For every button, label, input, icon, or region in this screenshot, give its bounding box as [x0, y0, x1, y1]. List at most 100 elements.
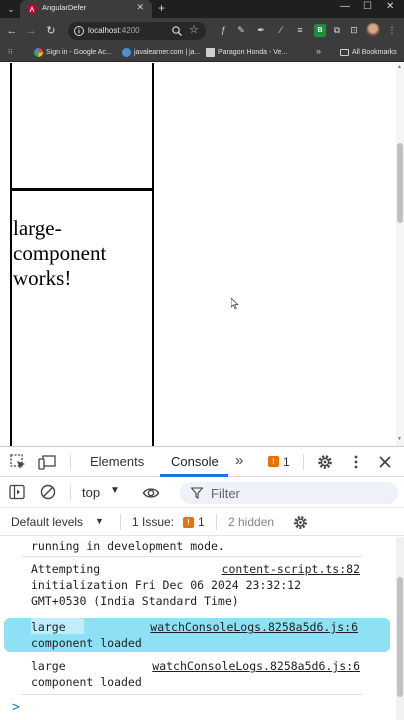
issues-label[interactable]: 1 Issue:: [132, 515, 174, 529]
url-text: localhost:4200: [88, 26, 140, 35]
log-source-link[interactable]: content-script.ts:82: [222, 561, 360, 577]
tab-search-button[interactable]: ⌄: [4, 2, 18, 16]
device-toolbar-icon[interactable]: [38, 453, 56, 471]
forward-arrow-icon[interactable]: →: [23, 23, 39, 39]
bookmark-label: Sign in - Google Ac...: [46, 49, 112, 56]
divider: [70, 454, 71, 470]
large-component-box: large-component works!: [10, 190, 154, 446]
issue-warning-icon[interactable]: !: [183, 517, 194, 528]
context-dropdown-icon[interactable]: ▼: [110, 485, 120, 496]
console-toolbar: top ▼ Filter: [0, 478, 404, 508]
extension-list-icon[interactable]: ≡: [294, 24, 306, 37]
large-component-text: large-component works!: [13, 216, 107, 290]
page-scrollbar[interactable]: ▲ ▼: [396, 63, 404, 446]
live-expression-eye-icon[interactable]: [142, 484, 160, 502]
hidden-messages-count: 2 hidden: [228, 515, 275, 529]
site-info-icon[interactable]: [73, 25, 85, 37]
bookmark-paragon-honda[interactable]: Paragon Honda - Ve...: [206, 47, 287, 59]
address-bar[interactable]: localhost:4200 ☆: [68, 22, 206, 40]
console-message-highlighted[interactable]: large component loaded watchConsoleLogs.…: [4, 618, 390, 652]
console-settings-bar: Default levels ▼ 1 Issue: ! 1 2 hidden: [0, 509, 404, 536]
more-options-icon[interactable]: [347, 453, 365, 471]
scroll-down-arrow-icon[interactable]: ▼: [397, 436, 402, 442]
page-viewport: large-component works! ▲ ▼: [0, 63, 404, 446]
divider: [22, 556, 362, 557]
scroll-up-arrow-icon[interactable]: ▲: [397, 64, 402, 70]
mouse-cursor-icon: [231, 298, 239, 309]
tab-title: AngularDefer: [42, 3, 87, 12]
chrome-menu-icon[interactable]: ⋮: [386, 24, 398, 37]
log-text: running in development mode.: [31, 539, 225, 553]
bookmark-label: Paragon Honda - Ve...: [218, 49, 288, 56]
more-tabs-chevron-icon[interactable]: »: [235, 452, 244, 469]
log-levels-dropdown-icon[interactable]: ▼: [95, 516, 104, 526]
honda-icon: [206, 47, 215, 57]
extension-green-b-icon[interactable]: B: [314, 24, 326, 37]
extensions-puzzle-icon[interactable]: ⧉: [331, 24, 343, 37]
divider: [120, 514, 121, 530]
angular-favicon-icon: [27, 4, 37, 14]
tab-elements[interactable]: Elements: [90, 454, 144, 469]
bookmark-label: javalearner.com | ja...: [134, 49, 201, 56]
minimize-icon[interactable]: —: [340, 1, 350, 12]
all-bookmarks-label: All Bookmarks: [352, 49, 397, 56]
console-prompt-chevron-icon[interactable]: >: [12, 700, 20, 715]
filter-input[interactable]: Filter: [180, 482, 398, 504]
console-output: running in development mode. Attempting …: [0, 537, 396, 720]
inspect-element-icon[interactable]: [9, 453, 27, 471]
issue-count[interactable]: 1: [198, 515, 205, 529]
browser-toolbar: ← → ↻ localhost:4200 ☆ ƒ ✎ ✒ ⁄ ≡ B ⧉ ⊡ ⋮: [0, 18, 404, 44]
google-icon: [34, 47, 43, 57]
globe-icon: [122, 47, 131, 57]
log-text: large component loaded: [31, 620, 142, 650]
bookmarks-overflow-chevron[interactable]: »: [316, 46, 321, 56]
tab-console[interactable]: Console: [171, 454, 219, 469]
bookmark-google[interactable]: Sign in - Google Ac...: [34, 47, 112, 59]
placeholder-box: [10, 63, 154, 190]
window-close-icon[interactable]: ✕: [386, 1, 394, 12]
bookmark-star-icon[interactable]: ☆: [189, 23, 199, 36]
divider: [22, 694, 362, 695]
divider: [303, 454, 304, 470]
devtools-tab-bar: Elements Console » ! 1: [0, 447, 404, 477]
reload-icon[interactable]: ↻: [43, 23, 59, 39]
filter-funnel-icon: [191, 487, 203, 499]
console-message[interactable]: Attempting initialization Fri Dec 06 202…: [0, 561, 396, 611]
bookmark-apps-icon[interactable]: ⁝⁝: [8, 47, 12, 59]
browser-tab[interactable]: AngularDefer ✕: [20, 0, 152, 18]
url-port: :4200: [119, 26, 140, 35]
bookmark-javalearner[interactable]: javalearner.com | ja...: [122, 47, 200, 59]
console-scrollbar[interactable]: [396, 537, 404, 720]
issues-count[interactable]: 1: [283, 455, 290, 469]
console-settings-gear-icon[interactable]: [292, 514, 309, 531]
active-tab-indicator: [160, 474, 228, 477]
console-message[interactable]: large component loaded watchConsoleLogs.…: [0, 658, 396, 692]
extension-fn-icon[interactable]: ƒ: [217, 24, 229, 37]
browser-tab-strip: ⌄ AngularDefer ✕ + — ☐ ✕: [0, 0, 404, 18]
log-levels-select[interactable]: Default levels: [11, 515, 83, 529]
clear-console-icon[interactable]: [39, 483, 57, 501]
issue-warning-icon[interactable]: !: [268, 456, 279, 467]
extension-feather-icon[interactable]: ✎: [235, 24, 247, 37]
console-scrollbar-thumb[interactable]: [397, 577, 403, 697]
page-scrollbar-thumb[interactable]: [397, 143, 403, 223]
log-source-link[interactable]: watchConsoleLogs.8258a5d6.js:6: [152, 658, 360, 674]
context-select[interactable]: top: [82, 485, 100, 500]
url-host: localhost: [88, 26, 120, 35]
console-message[interactable]: running in development mode.: [0, 538, 396, 556]
log-source-link[interactable]: watchConsoleLogs.8258a5d6.js:6: [150, 619, 358, 635]
back-arrow-icon[interactable]: ←: [4, 23, 20, 39]
close-devtools-icon[interactable]: [376, 453, 394, 471]
extension-pen-icon[interactable]: ✒: [255, 24, 267, 37]
settings-gear-icon[interactable]: [316, 453, 334, 471]
zoom-icon[interactable]: [171, 25, 183, 37]
filter-placeholder: Filter: [211, 486, 240, 501]
tab-close-icon[interactable]: ✕: [136, 2, 144, 13]
extension-eyedropper-icon[interactable]: ⁄: [275, 24, 287, 37]
profile-avatar[interactable]: [366, 23, 380, 37]
new-tab-button[interactable]: +: [158, 1, 165, 15]
sidebar-toggle-icon[interactable]: [8, 483, 26, 501]
downloads-icon[interactable]: ⊡: [348, 24, 360, 37]
maximize-icon[interactable]: ☐: [363, 1, 372, 12]
all-bookmarks[interactable]: All Bookmarks: [340, 47, 397, 59]
